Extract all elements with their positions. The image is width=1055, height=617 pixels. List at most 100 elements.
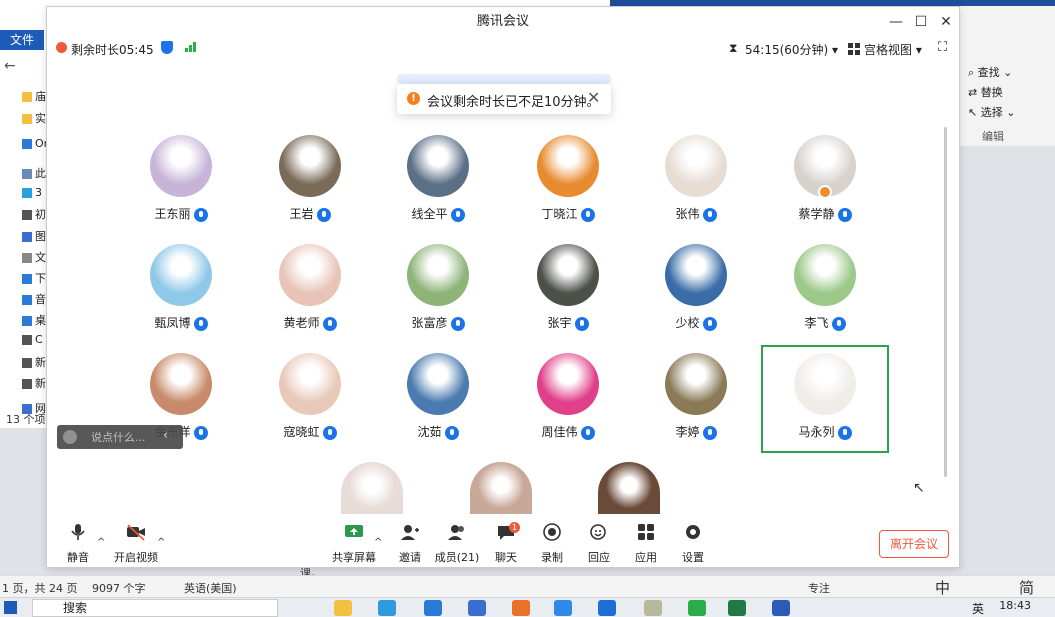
status-word-count[interactable]: 9097 个字 [92, 580, 146, 596]
microphone-icon [580, 425, 595, 440]
participant-tile[interactable]: 李婷 [632, 353, 760, 461]
participant-avatar [665, 244, 727, 306]
participant-avatar-partial[interactable] [598, 462, 660, 514]
record-button[interactable]: 录制 [525, 517, 579, 565]
ime-simplified[interactable]: 简 [1019, 577, 1034, 598]
invite-button[interactable]: 邀请 [383, 517, 437, 565]
grid-scrollbar[interactable] [944, 127, 947, 477]
explorer-item[interactable]: Or [22, 137, 48, 153]
ime-mode[interactable]: 中 [935, 577, 950, 598]
status-focus[interactable]: 专注 [808, 580, 830, 596]
close-button[interactable]: ✕ [935, 11, 957, 33]
participant-tile[interactable]: 丁晓江 [504, 135, 632, 243]
warning-close-icon[interactable]: ✕ [587, 88, 600, 107]
explorer-item[interactable]: 此申 [22, 165, 48, 181]
start-video-button[interactable]: 开启视频 [109, 517, 163, 565]
tencent-meeting-app-icon[interactable] [554, 600, 572, 616]
maximize-button[interactable]: ☐ [910, 11, 932, 33]
view-layout-selector[interactable]: 宫格视图 ▾ [864, 41, 922, 58]
share-options-caret[interactable]: ^ [374, 537, 382, 548]
explorer-back-icon[interactable]: ← [4, 58, 16, 74]
explorer-item[interactable]: 文 [22, 249, 48, 265]
explorer-item[interactable]: 新 [22, 375, 48, 391]
participant-tile[interactable]: 张富彦 [374, 244, 502, 352]
file-explorer-app-icon[interactable] [334, 600, 352, 616]
explorer-file-tab[interactable]: 文件 [0, 30, 44, 50]
mail-app-icon[interactable] [424, 600, 442, 616]
video-options-caret[interactable]: ^ [157, 537, 165, 548]
microphone-icon [322, 425, 337, 440]
store-app-icon[interactable] [468, 600, 486, 616]
participant-avatar [407, 135, 469, 197]
wechat-app-icon[interactable] [688, 600, 706, 616]
taskbar-language[interactable]: 英 [972, 600, 984, 617]
windows-start-icon[interactable] [4, 601, 17, 614]
camera-off-icon [126, 523, 146, 541]
status-page[interactable]: 1 页，共 24 页 [2, 580, 78, 596]
word-app-icon[interactable] [772, 600, 790, 616]
explorer-item[interactable]: 实 [22, 110, 48, 126]
participant-tile[interactable]: 线全平 [374, 135, 502, 243]
replace-button[interactable]: ⇄ 替换 [968, 84, 1003, 100]
folder-icon [22, 379, 32, 389]
app-icon-7[interactable] [644, 600, 662, 616]
edge-app-icon[interactable] [378, 600, 396, 616]
participant-tile[interactable]: 张伟 [632, 135, 760, 243]
floating-chat-input[interactable]: 说点什么... ‹ [57, 425, 183, 449]
minimize-button[interactable]: — [885, 11, 907, 33]
meeting-timer[interactable]: 54:15(60分钟) ▾ [745, 41, 838, 58]
reaction-button[interactable]: 回应 [572, 517, 626, 565]
folder-icon [22, 114, 32, 124]
taskbar-search[interactable]: 搜索 [32, 599, 278, 617]
explorer-item[interactable]: 图 [22, 228, 48, 244]
settings-button[interactable]: 设置 [666, 517, 720, 565]
participant-tile[interactable]: 寇晓虹 [246, 353, 374, 461]
chat-placeholder[interactable]: 说点什么... [91, 429, 146, 445]
explorer-item[interactable]: 音 [22, 291, 48, 307]
explorer-item[interactable]: 庙 [22, 88, 48, 104]
explorer-item[interactable]: 桌 [22, 312, 48, 328]
leave-meeting-button[interactable]: 离开会议 [879, 530, 949, 558]
explorer-item[interactable]: 3 [22, 186, 48, 202]
apps-icon [636, 523, 656, 541]
participant-tile[interactable]: 周佳伟 [504, 353, 632, 461]
participant-name: 蔡学静 [761, 205, 889, 222]
participant-name: 李婷 [632, 423, 760, 440]
security-shield-icon[interactable] [161, 41, 173, 54]
network-signal-icon[interactable] [185, 42, 197, 52]
participant-avatar-partial[interactable] [470, 462, 532, 514]
taskbar-clock[interactable]: 18:43 [999, 599, 1031, 612]
participant-tile[interactable]: 蔡学静 [761, 135, 889, 243]
participant-tile[interactable]: 王岩 [246, 135, 374, 243]
participant-tile[interactable]: 少校 [632, 244, 760, 352]
explorer-item[interactable]: 初 [22, 206, 48, 222]
participant-tile[interactable]: 张宇 [504, 244, 632, 352]
fullscreen-icon[interactable]: ⛶ [938, 40, 947, 55]
emoji-icon[interactable] [63, 430, 77, 444]
participant-avatar-partial[interactable] [341, 462, 403, 514]
apps-button[interactable]: 应用 [619, 517, 673, 565]
participant-avatar [279, 353, 341, 415]
remaining-time[interactable]: 剩余时长05:45 [71, 41, 154, 58]
members-button[interactable]: 成员(21) [430, 517, 484, 565]
share-screen-button[interactable]: 共享屏幕 [327, 517, 381, 565]
find-button[interactable]: ⌕ 查找 ⌄ [968, 64, 1012, 80]
photos-app-icon[interactable] [598, 600, 616, 616]
status-language[interactable]: 英语(美国) [184, 580, 237, 596]
explorer-item[interactable]: C [22, 333, 48, 349]
explorer-item[interactable]: 下 [22, 270, 48, 286]
participant-tile[interactable]: 李飞 [761, 244, 889, 352]
participant-tile[interactable]: 甄凤博 [117, 244, 245, 352]
excel-app-icon[interactable] [728, 600, 746, 616]
collapse-icon[interactable]: ‹ [163, 428, 168, 442]
folder-icon [22, 335, 32, 345]
microphone-icon [702, 207, 717, 222]
participant-tile[interactable]: 王东丽 [117, 135, 245, 243]
participant-name: 寇晓虹 [246, 423, 374, 440]
firefox-app-icon[interactable] [512, 600, 530, 616]
participant-tile[interactable]: 沈茹 [374, 353, 502, 461]
participant-tile[interactable]: 黄老师 [246, 244, 374, 352]
mute-options-caret[interactable]: ^ [97, 537, 105, 548]
explorer-item[interactable]: 新 [22, 354, 48, 370]
select-button[interactable]: ↖ 选择 ⌄ [968, 104, 1015, 120]
